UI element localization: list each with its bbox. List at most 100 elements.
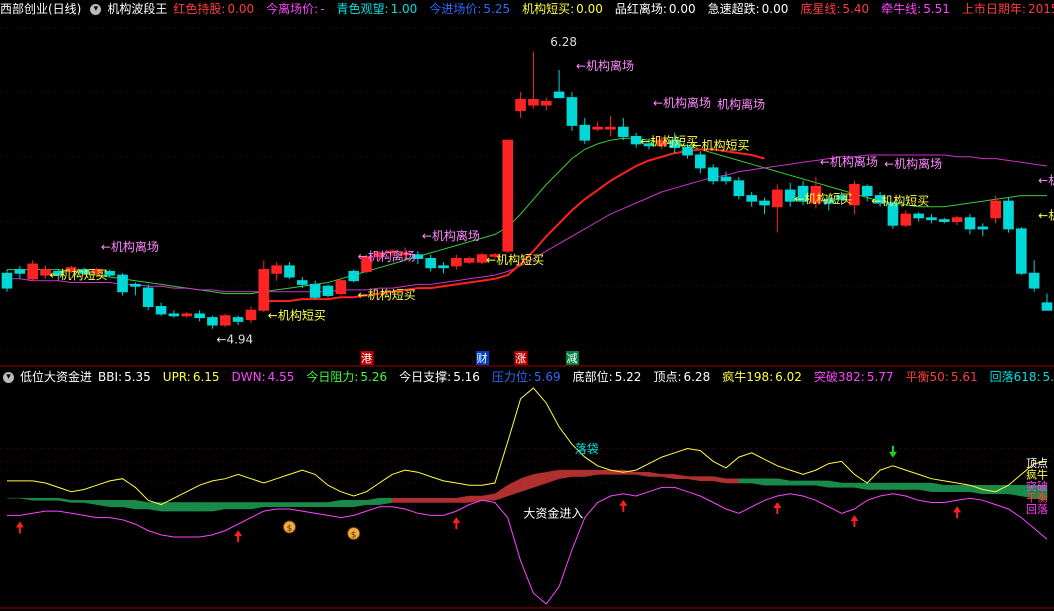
signal-label: ←机构离场 <box>101 239 159 254</box>
header-item-value: 5.40 <box>842 2 870 16</box>
header-item-label: 上市日期年: <box>961 2 1026 16</box>
header-item-label: 青色观望: <box>336 2 389 16</box>
indicator-name[interactable]: 机构波段王 <box>107 2 167 16</box>
header-item-label: 顶点: <box>653 370 682 384</box>
candle-body <box>438 265 449 269</box>
header-item: 青色观望: 1.00 <box>337 2 424 16</box>
band-segment <box>199 502 213 512</box>
header-item-label: 平衡50: <box>905 370 949 384</box>
candle-body <box>540 100 552 106</box>
header-item: 回落618:5.45 <box>990 370 1054 384</box>
header-item-value: 6.28 <box>683 370 711 384</box>
band-segment <box>738 478 752 484</box>
candle-body <box>232 317 244 322</box>
news-marker-label: 港 <box>361 352 372 365</box>
header-item-label: 牵牛线: <box>881 2 922 16</box>
candle <box>566 92 578 131</box>
header-item: 突破382: 5.77 <box>814 370 900 384</box>
candle-body <box>733 180 745 197</box>
header-item-value: - <box>320 2 325 16</box>
candle-body <box>425 257 437 269</box>
candle-body <box>528 98 539 106</box>
candle-body <box>977 226 989 230</box>
band-segment <box>571 469 586 477</box>
header-item-value: 5.22 <box>614 370 642 384</box>
chart-label: 落袋 <box>575 442 599 456</box>
chart-canvas: ←机构离场←机构短买←机构短买←机构离场←机构离场←机构短买←机构短买←机构离场… <box>0 0 1054 611</box>
header-item: DWN: 4.55 <box>232 370 301 384</box>
candle-body <box>759 200 770 206</box>
band-segment <box>700 476 714 482</box>
candle <box>1 269 13 292</box>
header-item-value: 5.16 <box>453 370 480 384</box>
candle-body <box>617 126 629 137</box>
header-item: 品红离场: 0.00 <box>615 2 702 16</box>
candle <box>322 284 334 298</box>
band-segment <box>276 502 290 508</box>
header-item-label: 压力位: <box>491 370 532 384</box>
candle-body <box>553 91 565 99</box>
header-item: 疯牛198: 6.02 <box>722 370 808 384</box>
candle <box>502 139 514 253</box>
signal-label: ←机构短买 <box>358 287 416 302</box>
candle <box>348 269 359 283</box>
header-item-label: 底部位: <box>572 370 613 384</box>
signal-label: ←机构短买 <box>871 193 929 208</box>
candle-body <box>938 219 950 223</box>
band-segment <box>789 480 804 486</box>
header-item: UPR: 6.15 <box>163 370 226 384</box>
candle-body <box>130 283 141 287</box>
header-item-label: 今离场价: <box>266 2 319 16</box>
signal-label: ←机构短买 <box>794 191 852 206</box>
header-item-label: DWN: <box>231 370 266 384</box>
candle-body <box>296 280 308 285</box>
band-segment <box>109 500 123 508</box>
signal-label: ←4.94 <box>216 333 253 347</box>
candle-body <box>592 126 603 130</box>
header-item: 底星线: 5.40 <box>800 2 875 16</box>
candle-body <box>245 309 257 320</box>
header-item: 平衡50: 5.61 <box>906 370 984 384</box>
stock-title: 西部创业(日线) <box>0 2 82 16</box>
candle <box>219 313 231 327</box>
band-segment <box>70 500 85 503</box>
candle-body <box>348 270 359 282</box>
band-segment <box>302 502 316 508</box>
header-item-value: 6.15 <box>192 370 220 384</box>
candle-body <box>913 213 924 219</box>
signal-label: ←机构离场 <box>576 58 634 73</box>
candle-body <box>515 98 526 112</box>
candle-body <box>155 306 167 315</box>
money-bag-symbol: $ <box>351 530 357 540</box>
header-item: 今进场价: 5.25 <box>429 2 516 16</box>
header-item-value: 5.61 <box>950 370 978 384</box>
collapse-toggle-icon[interactable]: ▾ <box>3 372 14 383</box>
candle-body <box>207 317 218 326</box>
candle-body <box>284 265 295 278</box>
sub-indicator-header: ▾ 低位大资金进 BBI: 5.35 UPR: 6.15 DWN: 4.55 今日阻力: 5.26… <box>0 368 1054 386</box>
header-item-label: 回落618: <box>989 370 1041 384</box>
signal-label: ←机构离场 <box>358 248 416 263</box>
news-marker: 财 <box>476 351 490 365</box>
header-item-value: 0.00 <box>668 2 696 16</box>
candle-body <box>772 189 783 208</box>
candle-body <box>181 313 193 317</box>
right-level-label: 回落 <box>1026 503 1048 516</box>
band-segment <box>263 502 277 508</box>
sub-indicator-name[interactable]: 低位大资金进 <box>20 370 92 384</box>
candle-body <box>309 283 321 298</box>
candle-body <box>1016 228 1027 274</box>
band-segment <box>340 500 354 508</box>
header-item: BBI: 5.35 <box>98 370 157 384</box>
collapse-toggle-icon[interactable]: ▾ <box>90 4 102 15</box>
candle-body <box>720 176 732 182</box>
candle-body <box>142 287 154 308</box>
header-item-label: 今日阻力: <box>306 370 359 384</box>
header-item-value: 5.35 <box>124 370 151 384</box>
header-item: 压力位: 5.69 <box>492 370 567 384</box>
news-marker: 减 <box>565 351 579 365</box>
candle-body <box>117 274 128 293</box>
candle-body <box>27 263 38 280</box>
header-item: 红色持股: 0.00 <box>173 2 260 16</box>
candle-body <box>707 167 719 182</box>
